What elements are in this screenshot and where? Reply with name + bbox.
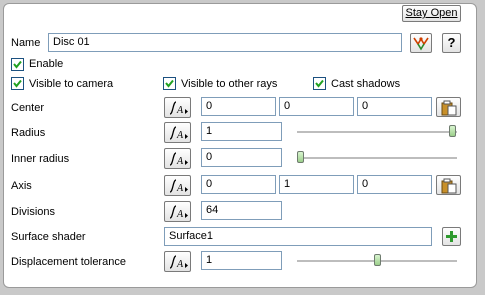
curve-editor-icon: A	[169, 101, 188, 116]
checkmark-icon	[315, 79, 324, 88]
inner-radius-label: Inner radius	[11, 153, 70, 165]
displacement-tolerance-slider-thumb[interactable]	[374, 254, 381, 266]
svg-text:A: A	[176, 259, 184, 270]
cast-shadows-label: Cast shadows	[331, 78, 401, 90]
displacement-tolerance-curve-button[interactable]: A	[164, 251, 191, 272]
enable-label: Enable	[29, 58, 64, 70]
axis-paste-button[interactable]	[436, 175, 461, 195]
svg-text:A: A	[176, 209, 184, 220]
axis-y-field[interactable]: 1	[279, 175, 354, 194]
svg-text:A: A	[176, 105, 184, 116]
center-z-field[interactable]: 0	[357, 97, 432, 116]
stay-open-button[interactable]: Stay Open	[402, 5, 461, 22]
svg-text:A: A	[176, 183, 184, 194]
divisions-field[interactable]: 64	[201, 201, 282, 220]
inner-radius-curve-button[interactable]: A	[164, 148, 191, 169]
visible-to-other-rays-checkbox[interactable]	[163, 77, 176, 90]
radius-slider-thumb[interactable]	[449, 125, 456, 137]
clipboard-paste-icon	[441, 100, 457, 116]
axis-label: Axis	[11, 180, 32, 192]
curve-editor-icon: A	[169, 126, 188, 141]
clipboard-paste-icon	[441, 178, 457, 194]
enable-checkbox[interactable]	[11, 58, 24, 71]
visible-to-other-rays-label: Visible to other rays	[181, 78, 278, 90]
curve-editor-icon: A	[169, 179, 188, 194]
curve-editor-icon: A	[169, 255, 188, 270]
checkmark-icon	[165, 79, 174, 88]
node-picker-button[interactable]	[410, 33, 432, 53]
divisions-curve-button[interactable]: A	[164, 201, 191, 222]
plus-icon	[446, 231, 457, 242]
curve-editor-icon: A	[169, 152, 188, 167]
axis-z-field[interactable]: 0	[357, 175, 432, 194]
add-shader-button[interactable]	[442, 227, 461, 246]
radius-curve-button[interactable]: A	[164, 122, 191, 143]
cast-shadows-checkbox[interactable]	[313, 77, 326, 90]
checkmark-icon	[13, 60, 22, 69]
surface-shader-label: Surface shader	[11, 231, 86, 243]
divisions-label: Divisions	[11, 206, 56, 218]
displacement-tolerance-field[interactable]: 1	[201, 251, 282, 270]
name-field[interactable]: Disc 01	[48, 33, 402, 52]
name-label: Name	[11, 37, 41, 49]
radius-slider-track[interactable]	[297, 131, 457, 134]
center-paste-button[interactable]	[436, 97, 461, 117]
inner-radius-field[interactable]: 0	[201, 148, 282, 167]
svg-text:A: A	[176, 130, 184, 141]
displacement-tolerance-label: Displacement tolerance	[11, 256, 126, 268]
center-x-field[interactable]: 0	[201, 97, 276, 116]
checkmark-icon	[13, 79, 22, 88]
inner-radius-slider-track[interactable]	[297, 157, 457, 160]
visible-to-camera-checkbox[interactable]	[11, 77, 24, 90]
surface-shader-field[interactable]: Surface1	[164, 227, 432, 246]
axis-x-field[interactable]: 0	[201, 175, 276, 194]
help-button[interactable]: ?	[442, 33, 461, 53]
center-y-field[interactable]: 0	[279, 97, 354, 116]
inner-radius-slider-thumb[interactable]	[297, 151, 304, 163]
radius-field[interactable]: 1	[201, 122, 282, 141]
center-label: Center	[11, 102, 45, 114]
center-curve-button[interactable]: A	[164, 97, 191, 118]
curve-editor-icon: A	[169, 205, 188, 220]
axis-curve-button[interactable]: A	[164, 175, 191, 196]
visible-to-camera-label: Visible to camera	[29, 78, 114, 90]
svg-text:A: A	[176, 156, 184, 167]
radius-label: Radius	[11, 127, 46, 139]
node-picker-icon	[413, 37, 429, 51]
